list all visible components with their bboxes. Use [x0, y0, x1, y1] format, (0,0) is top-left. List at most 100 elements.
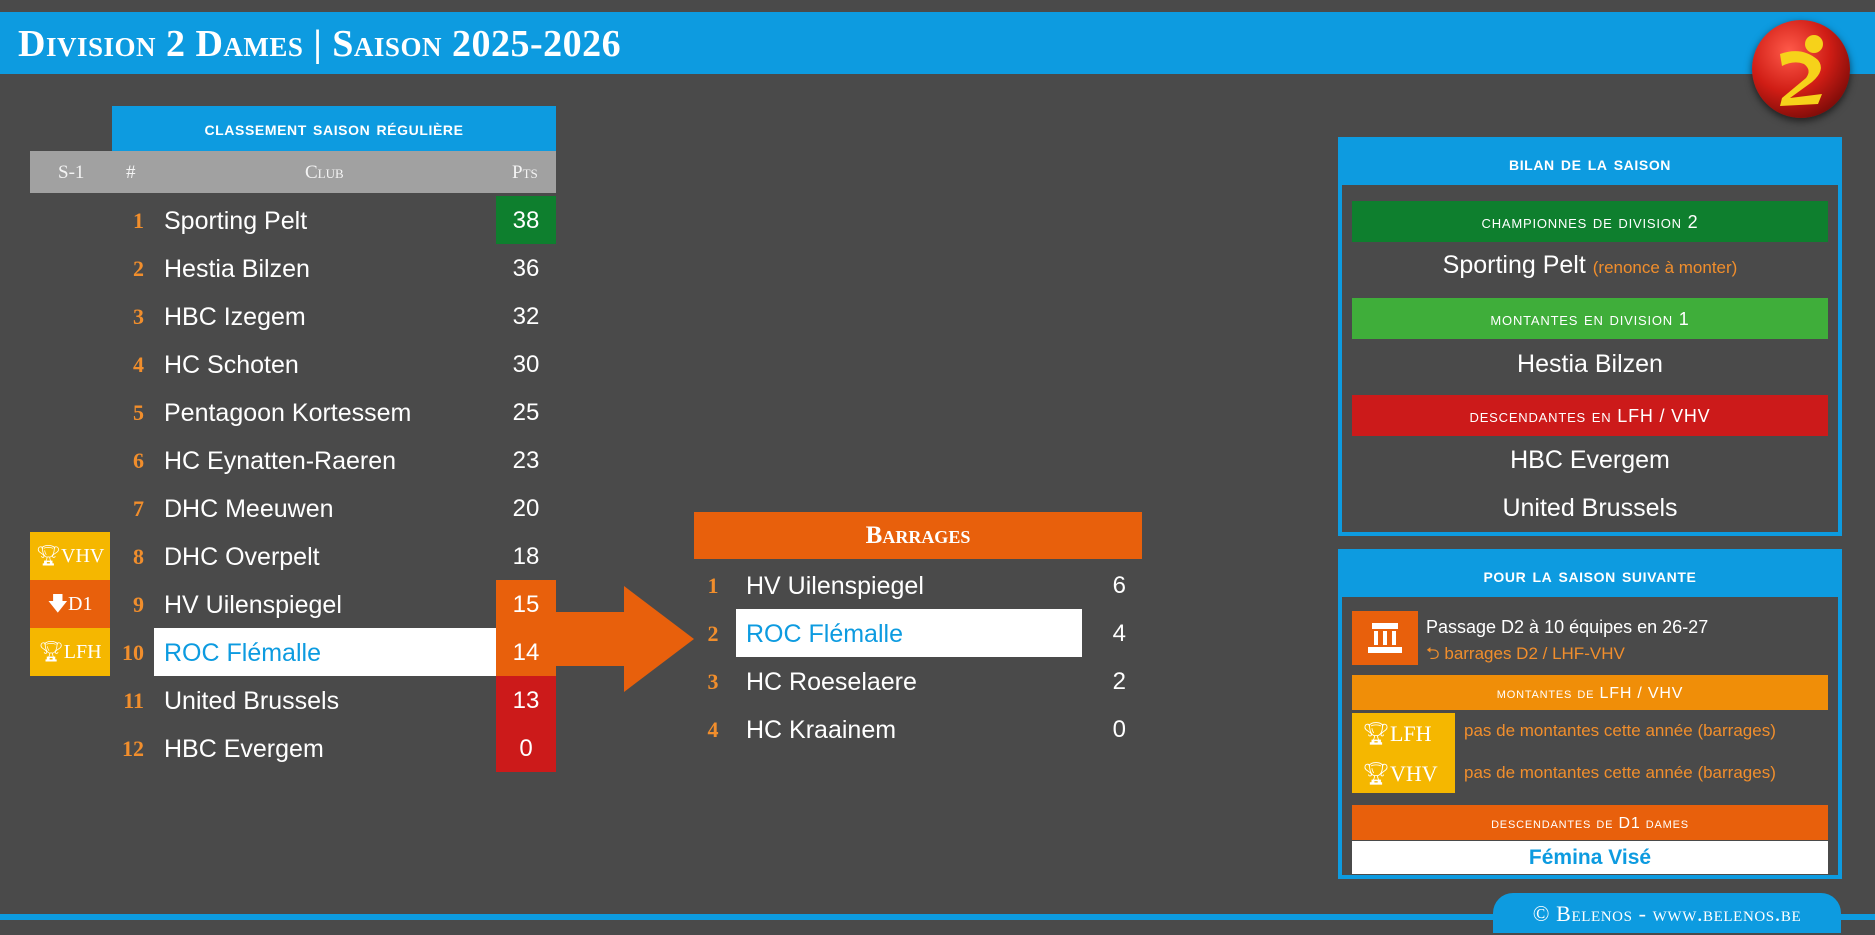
table-row: 🏆︎VHV 8 DHC Overpelt 18: [30, 532, 556, 580]
club-name: Sporting Pelt: [164, 207, 308, 235]
club-name: Pentagoon Kortessem: [164, 399, 412, 427]
page-title: Division 2 Dames | Saison 2025-2026: [18, 23, 622, 65]
rank-number: 10: [122, 640, 144, 665]
lfh-text: pas de montantes cette année (barrages): [1464, 721, 1776, 740]
ranking-column-headers: S-1 # Club Pts: [30, 151, 556, 193]
promoted-team: Hestia Bilzen: [1517, 350, 1663, 378]
badge-label: LFH: [63, 641, 102, 663]
rank-number: 4: [707, 717, 719, 742]
rank-number: 12: [122, 736, 144, 761]
prev-season-badge: 🏆︎VHV: [30, 532, 110, 580]
club-name: Hestia Bilzen: [164, 255, 310, 283]
table-row: 6 HC Eynatten-Raeren 23: [30, 436, 556, 484]
points: 4: [1112, 620, 1126, 647]
prev-season-badge: 🏆︎LFH: [30, 628, 110, 676]
club-name: HC Roeselaere: [746, 668, 917, 696]
rank-number: 11: [123, 688, 144, 713]
table-row: 12 HBC Evergem 0: [30, 724, 556, 772]
points: 13: [496, 676, 556, 724]
next-season-title: pour la saison suivante: [1342, 553, 1838, 597]
rank-number: 9: [133, 592, 144, 617]
badge-label: VHV: [61, 545, 105, 567]
lfh-badge: 🏆︎LFH: [1362, 721, 1432, 746]
rank-number: 2: [707, 621, 719, 646]
redo-icon: ⮌: [1426, 644, 1440, 663]
d1-relegated-band: descendantes de D1 dames: [1352, 805, 1828, 840]
club-name: HC Eynatten-Raeren: [164, 447, 397, 475]
rank-number: 3: [707, 669, 719, 694]
club-name: HV Uilenspiegel: [164, 591, 342, 619]
table-row: 🏆︎LFH 10 ROC Flémalle 14: [30, 628, 556, 676]
table-row: 1 HV Uilenspiegel 6: [694, 561, 1142, 609]
points: 18: [512, 543, 540, 570]
d1-relegated-team: Fémina Visé: [1352, 841, 1828, 874]
champions-band: championnes de division 2: [1352, 201, 1828, 242]
club-name: ROC Flémalle: [736, 609, 1082, 657]
points: 2: [1112, 668, 1126, 695]
rank-number: 3: [133, 304, 144, 329]
table-row: 2 Hestia Bilzen 36: [30, 244, 556, 292]
trophy-icon: 🏆︎: [38, 641, 64, 663]
points: 23: [512, 447, 540, 474]
table-row: 11 United Brussels 13: [30, 676, 556, 724]
table-row: 3 HBC Izegem 32: [30, 292, 556, 340]
next-season-panel: pour la saison suivante Passage D2 à 10 …: [1338, 549, 1842, 879]
promoted-band: montantes en division 1: [1352, 298, 1828, 339]
points: 36: [512, 255, 540, 282]
col-club: Club: [305, 162, 344, 183]
trophy-icon: 🏆︎: [1362, 761, 1390, 786]
rank-number: 4: [133, 352, 144, 377]
rank-number: 8: [133, 544, 144, 569]
info-line-1: Passage D2 à 10 équipes en 26-27: [1426, 617, 1709, 637]
points: 32: [512, 303, 540, 330]
club-name: DHC Meeuwen: [164, 495, 334, 523]
club-name: HC Kraainem: [746, 716, 897, 744]
col-rank: #: [126, 162, 136, 183]
club-name: DHC Overpelt: [164, 543, 320, 571]
table-row: 5 Pentagoon Kortessem 25: [30, 388, 556, 436]
vhv-text: pas de montantes cette année (barrages): [1464, 763, 1776, 782]
season-summary-title: bilan de la saison: [1342, 141, 1838, 185]
barrages-title: Barrages: [694, 512, 1142, 559]
club-name: HBC Izegem: [164, 303, 306, 331]
rank-number: 5: [133, 400, 144, 425]
ranking-title: classement saison régulière: [112, 106, 556, 151]
table-row: 7 DHC Meeuwen 20: [30, 484, 556, 532]
rank-number: 6: [133, 448, 144, 473]
season-summary-panel: bilan de la saison championnes de divisi…: [1338, 137, 1842, 536]
arrow-right-icon: [556, 586, 694, 692]
table-row: 🡇D1 9 HV Uilenspiegel 15: [30, 580, 556, 628]
relegated-team: HBC Evergem: [1510, 446, 1670, 474]
club-name: HC Schoten: [164, 351, 299, 379]
club-name: HBC Evergem: [164, 735, 324, 763]
points: 20: [512, 495, 540, 522]
lfh-vhv-badges: 🏆︎LFH 🏆︎VHV: [1352, 713, 1455, 793]
points: 38: [496, 196, 556, 244]
footer-credit: © Belenos - www.belenos.be: [1493, 893, 1841, 933]
prev-season-badge: 🡇D1: [30, 580, 110, 628]
col-prev-season: S-1: [58, 162, 85, 183]
points: 30: [512, 351, 540, 378]
logo-icon: [1752, 20, 1850, 118]
points: 15: [496, 580, 556, 628]
club-name: United Brussels: [164, 687, 340, 715]
club-name: ROC Flémalle: [154, 628, 496, 676]
points: 6: [1112, 572, 1126, 599]
col-points: Pts: [512, 162, 538, 183]
rank-number: 7: [133, 496, 144, 521]
points: 14: [496, 628, 556, 676]
table-row: 1 Sporting Pelt 38: [30, 196, 556, 244]
trophy-icon: 🏆︎: [1362, 721, 1390, 746]
relegated-team: United Brussels: [1502, 494, 1678, 522]
points: 0: [1112, 716, 1126, 743]
table-row: 2 ROC Flémalle 4: [694, 609, 1142, 657]
vhv-badge: 🏆︎VHV: [1362, 761, 1438, 786]
badge-label: D1: [68, 593, 93, 615]
info-line-2: ⮌ barrages D2 / LHF-VHV: [1426, 641, 1625, 670]
trophy-icon: 🏆︎: [35, 545, 62, 567]
table-row: 4 HC Schoten 30: [30, 340, 556, 388]
club-name: HV Uilenspiegel: [746, 572, 924, 600]
rank-number: 1: [707, 573, 719, 598]
podium-icon: [1352, 611, 1418, 665]
relegated-band: descendantes en LFH / VHV: [1352, 395, 1828, 436]
